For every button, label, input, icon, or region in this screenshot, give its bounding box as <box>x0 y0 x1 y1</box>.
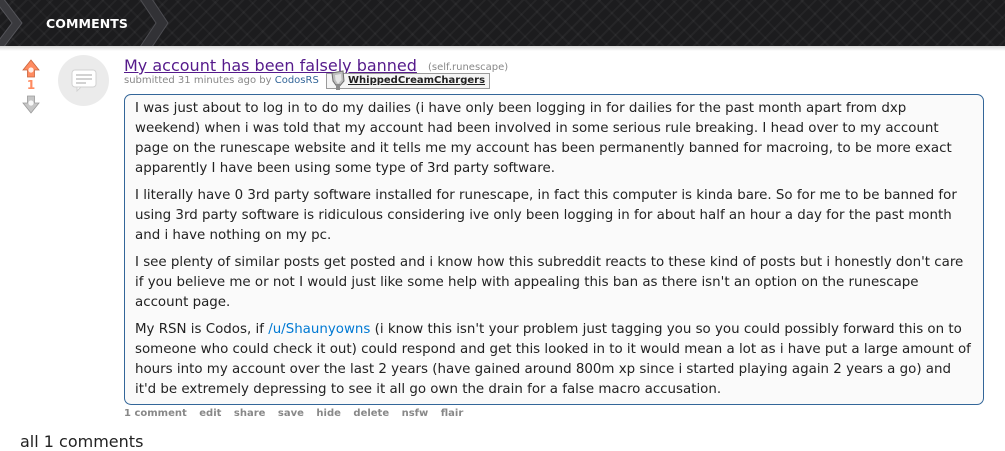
post-domain[interactable]: (self.runescape) <box>428 62 508 73</box>
submitted-text: submitted 31 minutes ago by <box>124 75 272 86</box>
comments-link[interactable]: 1 comment <box>124 408 187 419</box>
flair-text: WhippedCreamChargers <box>348 75 486 86</box>
author-link[interactable]: CodosRS <box>275 75 319 86</box>
self-post-thumbnail[interactable] <box>58 55 109 106</box>
ornament-icon <box>140 0 169 46</box>
share-button[interactable]: share <box>234 408 266 419</box>
edit-button[interactable]: edit <box>199 408 221 419</box>
ornament-icon <box>0 0 23 46</box>
save-button[interactable]: save <box>278 408 304 419</box>
body-text: My RSN is Codos, if <box>135 322 269 337</box>
user-mention-link[interactable]: /u/Shaunyowns <box>268 322 370 337</box>
post-buttons: 1 comment edit share save hide delete ns… <box>124 408 472 419</box>
downvote-arrow-icon[interactable] <box>21 94 41 114</box>
main-content: 1 My account has been falsely banned (se… <box>0 46 1005 451</box>
flair-badge-icon <box>331 70 345 90</box>
header-shadow <box>0 46 1005 51</box>
header-bar: COMMENTS <box>0 0 1005 46</box>
body-paragraph: I literally have 0 3rd party software in… <box>135 188 957 243</box>
all-comments-heading: all 1 comments <box>20 432 144 451</box>
body-paragraph: I was just about to log in to do my dail… <box>135 101 952 176</box>
user-flair: WhippedCreamChargers <box>326 70 491 90</box>
delete-button[interactable]: delete <box>353 408 389 419</box>
tab-comments[interactable]: COMMENTS <box>46 16 128 31</box>
flair-button[interactable]: flair <box>441 408 464 419</box>
upvote-arrow-icon[interactable] <box>21 59 41 79</box>
post-tagline: submitted 31 minutes ago by CodosRS <box>124 75 319 89</box>
self-text-icon <box>71 69 97 92</box>
post-body: I was just about to log in to do my dail… <box>124 94 984 405</box>
hide-button[interactable]: hide <box>316 408 341 419</box>
body-paragraph: I see plenty of similar posts get posted… <box>135 255 964 310</box>
body-paragraph: My RSN is Codos, if /u/Shaunyowns (i kno… <box>135 320 973 400</box>
nsfw-button[interactable]: nsfw <box>402 408 429 419</box>
post-score: 1 <box>26 78 36 92</box>
